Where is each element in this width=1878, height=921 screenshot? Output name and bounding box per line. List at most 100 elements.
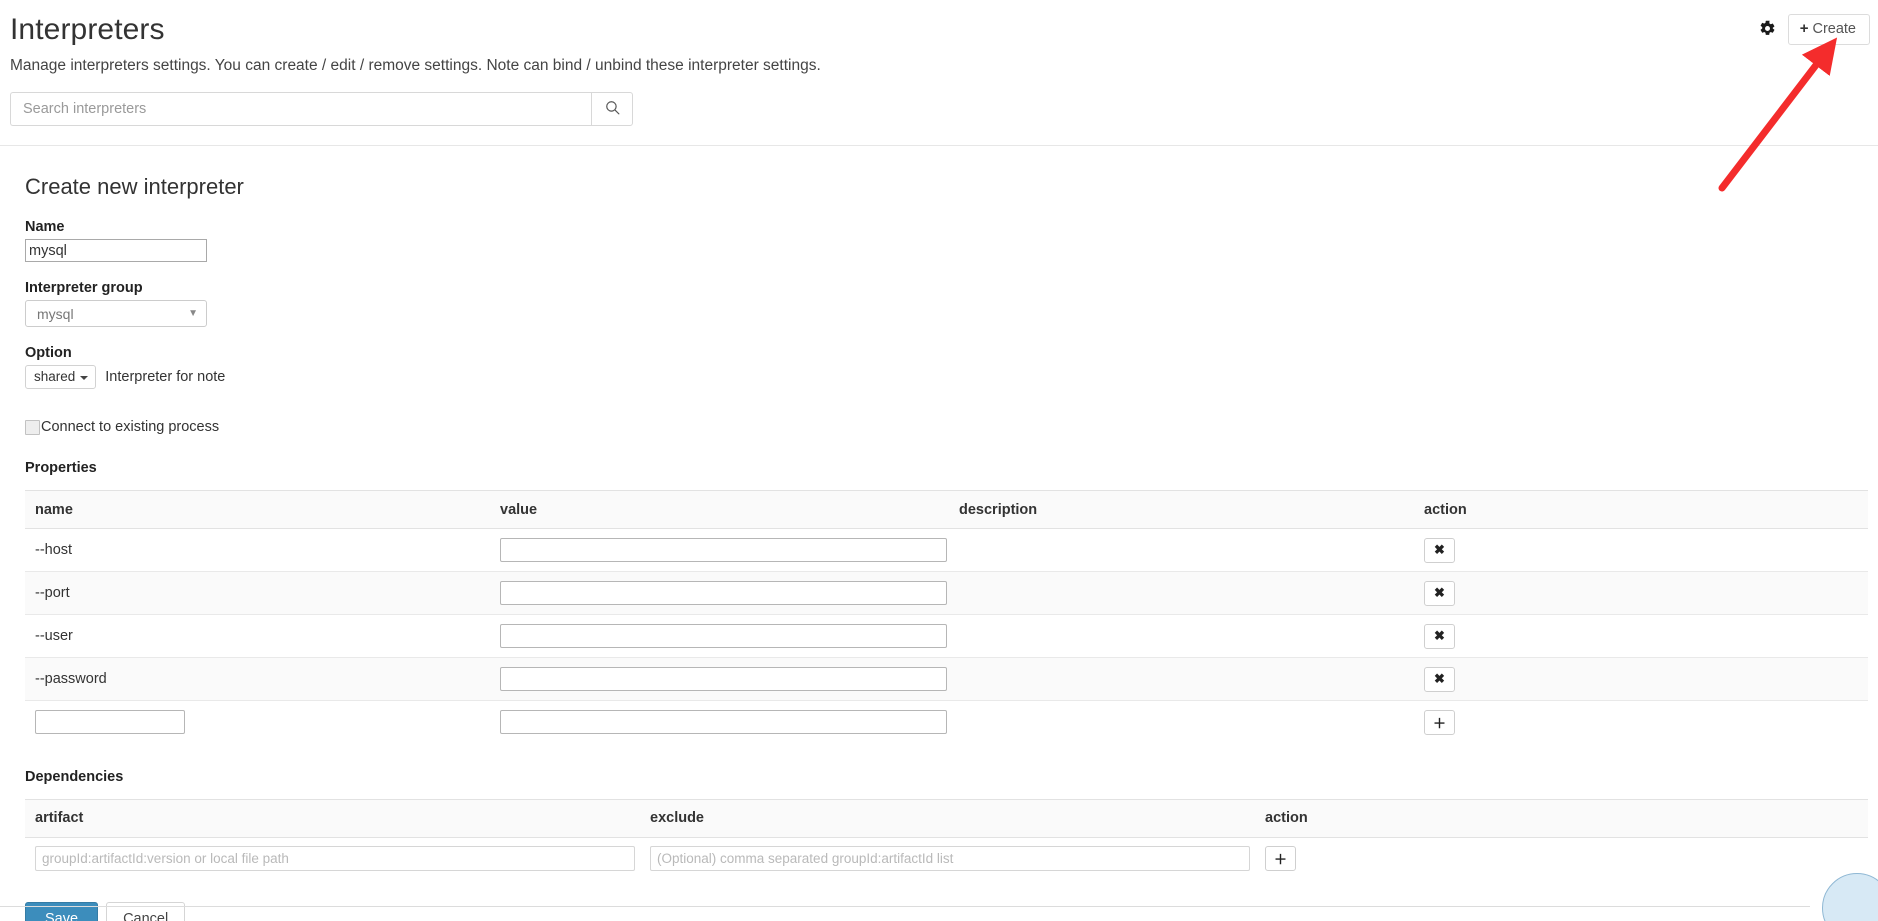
property-value-cell — [490, 614, 949, 658]
interpreter-group-value: mysql — [37, 305, 74, 322]
dependency-artifact-cell — [25, 837, 640, 880]
group-field-label: Interpreter group — [25, 280, 143, 296]
bottom-divider — [0, 906, 1810, 907]
property-name-cell: --password — [25, 657, 490, 701]
property-name-cell: --user — [25, 614, 490, 658]
header-actions: + Create — [1758, 14, 1870, 45]
plus-icon: + — [1799, 20, 1809, 37]
search-button[interactable] — [591, 92, 633, 126]
new-property-name-cell — [25, 701, 490, 744]
add-property-button[interactable]: ＋ — [1424, 709, 1455, 735]
table-row: --port ✖ — [25, 571, 1868, 615]
remove-property-button[interactable]: ✖ — [1424, 623, 1455, 649]
close-icon: ✖ — [1434, 585, 1445, 600]
help-chat-bubble[interactable] — [1822, 873, 1878, 921]
table-row: --password ✖ — [25, 657, 1868, 701]
properties-section-label: Properties — [25, 460, 97, 476]
properties-col-description: description — [949, 490, 1414, 529]
property-action-cell: ✖ — [1414, 528, 1868, 572]
caret-down-icon — [80, 375, 89, 380]
dependencies-header-row: artifact exclude action — [25, 798, 1868, 838]
dependency-exclude-cell — [640, 837, 1255, 880]
dependencies-table-head: artifact exclude action — [25, 798, 1868, 838]
table-row: --host ✖ — [25, 528, 1868, 572]
property-description-cell — [949, 614, 1414, 658]
remove-property-button[interactable]: ✖ — [1424, 580, 1455, 606]
connect-existing-process-label: Connect to existing process — [41, 419, 220, 435]
header-divider — [0, 145, 1878, 146]
create-interpreter-button[interactable]: + Create — [1787, 14, 1870, 45]
option-row: shared Interpreter for note — [25, 365, 1868, 389]
option-field-label: Option — [25, 345, 72, 361]
form-title: Create new interpreter — [25, 174, 244, 199]
plus-icon: ＋ — [1432, 715, 1446, 731]
interpreters-page: Interpreters Manage interpreters setting… — [0, 0, 1878, 921]
properties-table: name value description action --host ✖ -… — [25, 490, 1868, 744]
gear-icon — [1759, 20, 1776, 40]
close-icon: ✖ — [1434, 671, 1445, 686]
property-value-input-port[interactable] — [500, 581, 947, 605]
property-value-input-user[interactable] — [500, 624, 947, 648]
property-description-cell — [949, 657, 1414, 701]
dependencies-col-artifact: artifact — [25, 798, 640, 838]
properties-col-name: name — [25, 490, 490, 529]
dependencies-section-label: Dependencies — [25, 768, 124, 785]
property-name-cell: --port — [25, 571, 490, 615]
name-field-label: Name — [25, 219, 65, 235]
page-description: Manage interpreters settings. You can cr… — [10, 57, 821, 74]
chevron-down-icon: ▼ — [188, 307, 198, 319]
new-property-action-cell: ＋ — [1414, 701, 1868, 744]
dependencies-col-exclude: exclude — [640, 798, 1255, 838]
properties-table-body: --host ✖ --port ✖ --user ✖ --password ✖ … — [25, 528, 1868, 744]
properties-col-action: action — [1414, 490, 1868, 529]
interpreter-name-input[interactable] — [25, 239, 207, 262]
dependency-artifact-input[interactable] — [35, 846, 635, 872]
table-row-new-dependency: ＋ — [25, 837, 1868, 880]
property-action-cell: ✖ — [1414, 657, 1868, 701]
add-dependency-button[interactable]: ＋ — [1265, 846, 1296, 872]
connect-existing-process-row[interactable]: Connect to existing process — [25, 419, 1868, 435]
search-bar — [10, 92, 633, 126]
search-input[interactable] — [10, 92, 591, 126]
settings-gear-button[interactable] — [1758, 20, 1778, 40]
create-button-label: Create — [1812, 21, 1856, 37]
property-value-cell — [490, 571, 949, 615]
interpreter-group-select[interactable]: mysql ▼ — [25, 300, 207, 327]
table-row: --user ✖ — [25, 614, 1868, 658]
new-property-value-input[interactable] — [500, 710, 947, 735]
close-icon: ✖ — [1434, 542, 1445, 557]
property-value-cell — [490, 528, 949, 572]
new-property-value-cell — [490, 701, 949, 744]
connect-existing-process-checkbox[interactable] — [25, 419, 40, 435]
property-value-cell — [490, 657, 949, 701]
dependency-action-cell: ＋ — [1255, 837, 1868, 880]
dependencies-table-body: ＋ — [25, 837, 1868, 880]
property-name-cell: --host — [25, 528, 490, 572]
remove-property-button[interactable]: ✖ — [1424, 537, 1455, 563]
close-icon: ✖ — [1434, 628, 1445, 643]
option-scope-value: shared — [34, 369, 76, 384]
search-icon — [604, 99, 621, 119]
dependencies-table: artifact exclude action ＋ — [25, 798, 1868, 881]
plus-icon: ＋ — [1273, 852, 1287, 868]
properties-header-row: name value description action — [25, 490, 1868, 529]
page-title: Interpreters — [10, 13, 165, 46]
properties-col-value: value — [490, 490, 949, 529]
properties-table-head: name value description action — [25, 490, 1868, 529]
page-header: Interpreters Manage interpreters setting… — [0, 0, 1878, 76]
create-interpreter-form: Create new interpreter Name Interpreter … — [0, 173, 1878, 880]
remove-property-button[interactable]: ✖ — [1424, 666, 1455, 692]
form-footer: Save Cancel — [25, 902, 1878, 921]
new-property-name-input[interactable] — [35, 710, 185, 735]
cancel-button[interactable]: Cancel — [106, 902, 186, 921]
option-note-label: Interpreter for note — [105, 369, 226, 385]
option-scope-dropdown[interactable]: shared — [25, 365, 97, 389]
save-button[interactable]: Save — [25, 902, 99, 921]
property-value-input-password[interactable] — [500, 667, 947, 691]
property-value-input-host[interactable] — [500, 538, 947, 562]
table-row-new-property: ＋ — [25, 701, 1868, 744]
property-action-cell: ✖ — [1414, 614, 1868, 658]
property-description-cell — [949, 571, 1414, 615]
property-description-cell — [949, 528, 1414, 572]
dependency-exclude-input[interactable] — [650, 846, 1250, 872]
